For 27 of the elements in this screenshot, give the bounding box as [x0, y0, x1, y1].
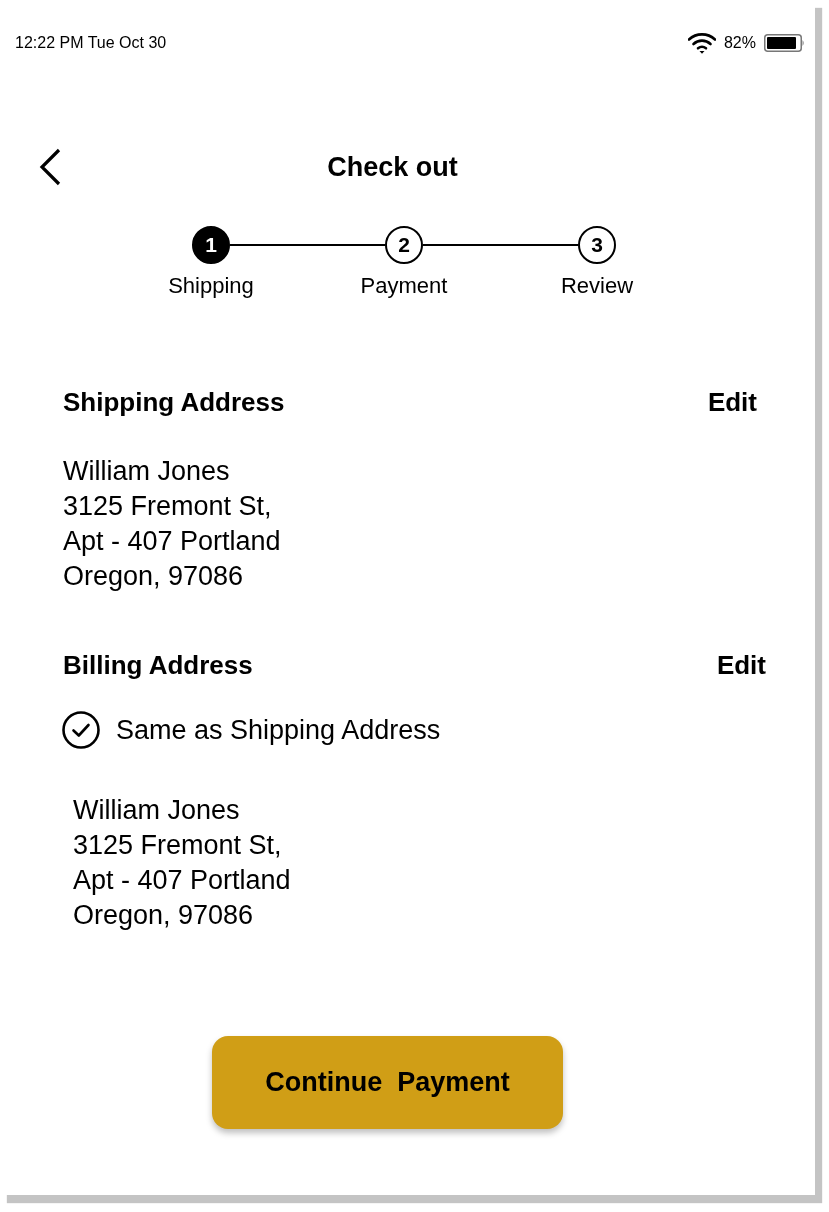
continue-payment-button[interactable]: Continue Payment: [212, 1036, 563, 1129]
step-label: Shipping: [168, 273, 254, 299]
page-title: Check out: [327, 151, 458, 183]
section-title: Shipping Address: [63, 386, 285, 418]
address-line: 3125 Fremont St,: [63, 490, 273, 523]
address-line: Oregon, 97086: [63, 560, 245, 593]
back-chevron-icon: [38, 148, 62, 186]
step-number: 2: [385, 226, 423, 264]
status-time: 12:22 PM Tue Oct 30: [15, 34, 167, 52]
edit-link[interactable]: Edit: [716, 649, 766, 681]
checkbox-label: Same as Shipping Address: [116, 714, 441, 746]
address-line: Oregon, 97086: [73, 899, 255, 932]
wifi-icon: [687, 32, 716, 54]
edit-link[interactable]: Edit: [707, 386, 757, 418]
step-label: Review: [560, 273, 634, 299]
battery-icon: [764, 34, 805, 52]
address-line: 3125 Fremont St,: [73, 829, 283, 862]
check-circle-icon[interactable]: [62, 711, 100, 749]
section-title: Billing Address: [63, 649, 253, 681]
address-line: William Jones: [63, 455, 231, 488]
step-label: Payment: [360, 273, 448, 299]
step-number: 3: [578, 226, 616, 264]
address-line: Apt - 407 Portland: [73, 864, 292, 897]
step-number: 1: [192, 226, 230, 264]
battery-percent: 82%: [723, 34, 756, 52]
address-line: Apt - 407 Portland: [63, 525, 282, 558]
address-line: William Jones: [73, 794, 241, 827]
